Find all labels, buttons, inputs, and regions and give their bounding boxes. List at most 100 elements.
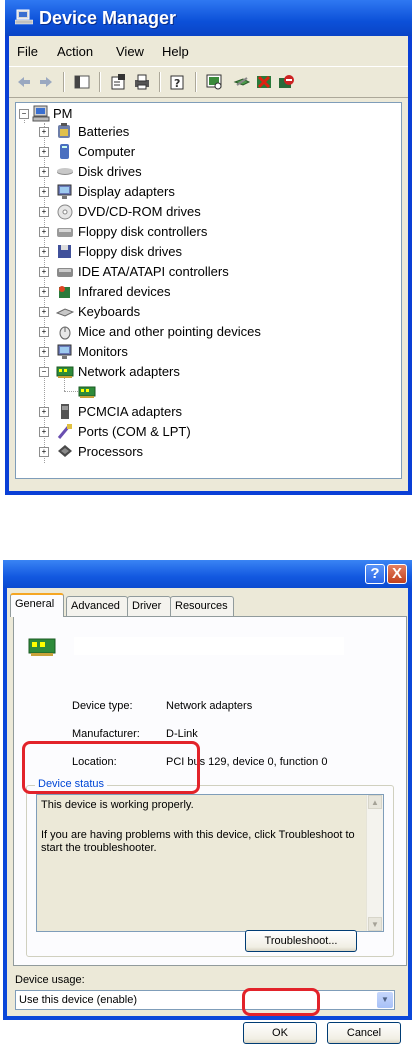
back-arrow-icon[interactable] bbox=[15, 73, 33, 91]
manufacturer-label: Manufacturer: bbox=[72, 728, 140, 740]
device-usage-select[interactable]: Use this device (enable) ▼ bbox=[15, 990, 395, 1010]
status-message: This device is working properly. bbox=[41, 799, 194, 811]
tree-item-disk-drives[interactable]: + Disk drives bbox=[16, 162, 316, 182]
monitor-icon bbox=[57, 184, 72, 199]
toolbar-separator bbox=[195, 72, 197, 92]
forward-arrow-icon[interactable] bbox=[37, 73, 55, 91]
network-card-icon bbox=[56, 366, 74, 378]
help-icon[interactable]: ? bbox=[169, 73, 187, 91]
tree-item-processors[interactable]: + Processors bbox=[16, 442, 316, 462]
tree-item-label: Infrared devices bbox=[78, 284, 171, 299]
tree-item-display-adapters[interactable]: + Display adapters bbox=[16, 182, 316, 202]
scroll-up-icon[interactable]: ▲ bbox=[368, 795, 382, 809]
troubleshoot-button[interactable]: Troubleshoot... bbox=[245, 930, 357, 952]
device-status-box: This device is working properly. If you … bbox=[36, 794, 384, 932]
expand-toggle[interactable]: + bbox=[39, 407, 49, 417]
processor-icon bbox=[58, 445, 72, 457]
tree-item-monitors[interactable]: + Monitors bbox=[16, 342, 316, 362]
scroll-down-icon[interactable]: ▼ bbox=[368, 917, 382, 931]
floppy-controller-icon bbox=[57, 228, 73, 237]
expand-toggle[interactable]: + bbox=[39, 427, 49, 437]
dialog-title-bar[interactable]: ? X bbox=[3, 560, 412, 588]
tree-item-label: PCMCIA adapters bbox=[78, 404, 183, 419]
tab-advanced[interactable]: Advanced bbox=[66, 596, 128, 616]
expand-toggle[interactable]: + bbox=[39, 147, 49, 157]
network-card-icon bbox=[78, 386, 96, 398]
toolbar-separator bbox=[159, 72, 161, 92]
tree-item-dvd-cd-rom-drives[interactable]: + DVD/CD-ROM drives bbox=[16, 202, 316, 222]
status-highlight-annotation bbox=[22, 741, 200, 794]
computer-icon bbox=[60, 144, 69, 159]
expand-toggle[interactable]: + bbox=[39, 347, 49, 357]
cd-drive-icon bbox=[57, 204, 73, 220]
tree-item-floppy-disk-controllers[interactable]: + Floppy disk controllers bbox=[16, 222, 316, 242]
tab-driver[interactable]: Driver bbox=[127, 596, 171, 616]
tree-item-network-adapter-device[interactable] bbox=[16, 382, 401, 402]
tree-item-label: Floppy disk controllers bbox=[78, 224, 208, 239]
expand-toggle[interactable]: + bbox=[39, 447, 49, 457]
tree-item-label: Computer bbox=[78, 144, 136, 159]
tree-root-pm[interactable]: − PM bbox=[16, 104, 136, 124]
tree-item-keyboards[interactable]: + Keyboards bbox=[16, 302, 316, 322]
dialog-body: General Advanced Driver Resources Device… bbox=[7, 588, 408, 1044]
expand-toggle[interactable]: + bbox=[39, 227, 49, 237]
collapse-toggle[interactable]: − bbox=[19, 109, 29, 119]
manufacturer-value: D-Link bbox=[166, 728, 198, 740]
battery-icon bbox=[58, 123, 70, 138]
device-status-group: Device status This device is working pro… bbox=[26, 778, 394, 957]
expand-toggle[interactable]: + bbox=[39, 307, 49, 317]
scan-hardware-icon[interactable] bbox=[205, 73, 223, 91]
show-hide-console-tree-icon[interactable] bbox=[73, 73, 91, 91]
expand-toggle[interactable]: + bbox=[39, 327, 49, 337]
expand-toggle[interactable]: + bbox=[39, 267, 49, 277]
tree-item-label: Processors bbox=[78, 444, 144, 459]
tab-resources[interactable]: Resources bbox=[170, 596, 234, 616]
infrared-icon bbox=[59, 286, 70, 298]
chevron-down-icon[interactable]: ▼ bbox=[377, 992, 393, 1008]
title-bar[interactable]: Device Manager bbox=[5, 0, 412, 36]
print-icon[interactable] bbox=[133, 73, 151, 91]
menu-view[interactable]: View bbox=[116, 44, 144, 59]
status-scrollbar[interactable]: ▲ ▼ bbox=[366, 795, 383, 931]
close-button[interactable]: X bbox=[387, 564, 407, 584]
expand-toggle[interactable]: + bbox=[39, 127, 49, 137]
tree-item-label: Ports (COM & LPT) bbox=[78, 424, 191, 439]
collapse-toggle[interactable]: − bbox=[39, 367, 49, 377]
tree-item-ports[interactable]: + Ports (COM & LPT) bbox=[16, 422, 316, 442]
menu-file[interactable]: File bbox=[17, 44, 38, 59]
expand-toggle[interactable]: + bbox=[39, 167, 49, 177]
tree-item-computer[interactable]: + Computer bbox=[16, 142, 316, 162]
tree-item-batteries[interactable]: + Batteries bbox=[16, 122, 316, 142]
device-type-value: Network adapters bbox=[166, 700, 253, 712]
expand-toggle[interactable]: + bbox=[39, 207, 49, 217]
device-manager-body: File Action View Help ? − PM + Batteries… bbox=[9, 36, 408, 491]
tree-item-ide-ata-atapi-controllers[interactable]: + IDE ATA/ATAPI controllers bbox=[16, 262, 316, 282]
device-tree: − PM + Batteries + Computer + Disk drive… bbox=[15, 102, 402, 479]
menu-action[interactable]: Action bbox=[57, 44, 93, 59]
expand-toggle[interactable]: + bbox=[39, 187, 49, 197]
tree-item-network-adapters[interactable]: − Network adapters bbox=[16, 362, 316, 382]
toolbar: ? bbox=[9, 66, 408, 98]
ok-highlight-annotation bbox=[242, 988, 320, 1016]
tab-general[interactable]: General bbox=[10, 593, 64, 617]
expand-toggle[interactable]: + bbox=[39, 247, 49, 257]
computer-icon bbox=[32, 105, 50, 122]
device-type-label: Device type: bbox=[72, 700, 133, 712]
device-manager-icon bbox=[15, 9, 33, 25]
update-driver-icon[interactable] bbox=[233, 73, 251, 91]
cancel-button[interactable]: Cancel bbox=[327, 1022, 401, 1044]
help-button[interactable]: ? bbox=[365, 564, 385, 584]
tree-item-infrared-devices[interactable]: + Infrared devices bbox=[16, 282, 316, 302]
uninstall-icon[interactable] bbox=[255, 73, 273, 91]
properties-icon[interactable] bbox=[109, 73, 127, 91]
disable-device-icon[interactable] bbox=[277, 73, 295, 91]
tree-item-floppy-disk-drives[interactable]: + Floppy disk drives bbox=[16, 242, 316, 262]
port-icon bbox=[57, 424, 72, 439]
tree-item-mice[interactable]: + Mice and other pointing devices bbox=[16, 322, 346, 342]
menu-help[interactable]: Help bbox=[162, 44, 189, 59]
expand-toggle[interactable]: + bbox=[39, 287, 49, 297]
tree-item-pcmcia-adapters[interactable]: + PCMCIA adapters bbox=[16, 402, 316, 422]
mouse-icon bbox=[59, 326, 71, 340]
tree-item-label: DVD/CD-ROM drives bbox=[78, 204, 201, 219]
ok-button[interactable]: OK bbox=[243, 1022, 317, 1044]
